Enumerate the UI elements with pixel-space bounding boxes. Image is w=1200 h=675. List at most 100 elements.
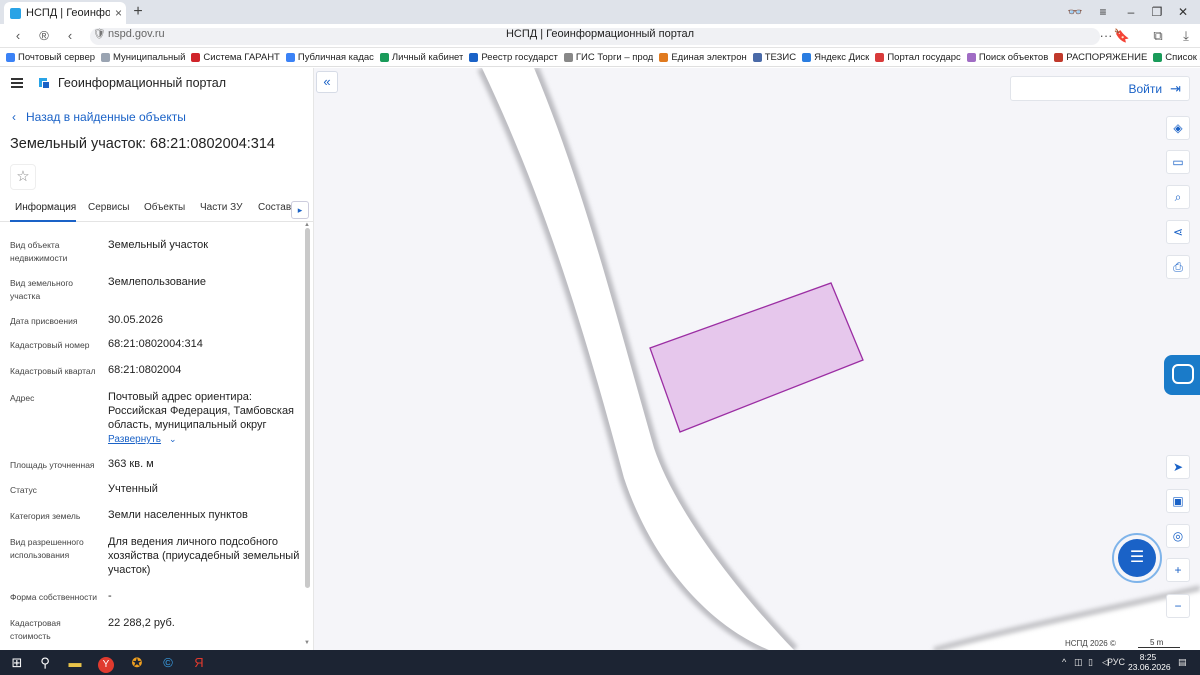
field-value: Земельный участок — [108, 239, 209, 251]
bookmark-item[interactable]: Система ГАРАНТ — [191, 51, 280, 63]
tab-parts[interactable]: Части ЗУ — [200, 202, 242, 213]
bookmark-label: ТЕЗИС — [764, 51, 797, 63]
scroll-down-icon[interactable]: ▼ — [304, 640, 310, 646]
bookmark-item[interactable]: Список заявок — [1153, 52, 1200, 63]
dialog-assistant-button[interactable] — [1164, 355, 1200, 395]
bookmark-label: Реестр государст — [481, 51, 558, 63]
page-title: НСПД | Геоинформационный портал — [505, 28, 695, 40]
bookmark-label: Поиск объектов — [978, 51, 1049, 63]
login-button[interactable]: Войти ⇥ — [1010, 76, 1190, 101]
bookmark-item[interactable]: Реестр государст — [469, 51, 558, 63]
bookmark-item[interactable]: РАСПОРЯЖЕНИЕ — [1054, 52, 1147, 63]
panel-scrollbar[interactable] — [305, 228, 310, 588]
bookmark-item[interactable]: Личный кабинет — [379, 52, 463, 63]
menu-icon[interactable]: ≡ — [1092, 2, 1114, 22]
info-tabs: Информация Сервисы Объекты Части ЗУ Сост… — [0, 198, 313, 222]
tabs-next-icon[interactable]: ▸ — [291, 201, 309, 219]
chat-icon[interactable]: ☰ — [1118, 539, 1156, 577]
download-icon[interactable]: ⤓ — [1176, 27, 1196, 45]
file-explorer-icon[interactable]: ▬ — [64, 653, 86, 672]
field-label: Дата присвоения — [10, 316, 78, 326]
bookmarks-bar: Почтовый сервер Муниципальный Система ГАРА… — [0, 48, 1200, 67]
chevron-left-icon: ‹ — [12, 110, 16, 124]
bookmark-item[interactable]: Муниципальный — [101, 52, 185, 63]
field-label: Кадастровая стоимость — [10, 618, 61, 641]
browser-tab-title: НСПД | Геоинформаци — [26, 7, 110, 19]
back-to-results-link[interactable]: ‹ Назад в найденные объекты — [12, 110, 186, 124]
bookmark-item[interactable]: ТЕЗИС — [752, 51, 797, 63]
extensions-icon[interactable]: ⧉ — [1148, 27, 1168, 45]
bookmark-favicon-icon — [563, 52, 573, 62]
message-icon — [1172, 364, 1194, 384]
bookmark-item[interactable]: Поиск объектов — [966, 51, 1049, 63]
bookmark-favicon-icon — [101, 52, 111, 62]
search-icon[interactable]: ⚲ — [34, 653, 56, 672]
new-tab-icon[interactable]: + — [130, 3, 146, 21]
close-tab-icon[interactable]: × — [115, 6, 122, 20]
bookmark-item[interactable]: Яндекс Диск — [802, 52, 869, 63]
bookmark-item[interactable]: Единая электрон — [659, 51, 747, 63]
close-window-icon[interactable]: ✕ — [1172, 2, 1194, 22]
layers-icon[interactable]: ◈ — [1166, 116, 1190, 140]
tray-language[interactable]: РУС — [1107, 657, 1125, 667]
scale-bar — [1138, 647, 1180, 648]
bookmark-item[interactable]: Публичная кадас — [285, 52, 374, 63]
yandex-browser-icon[interactable]: Y — [95, 653, 117, 673]
zoom-out-icon[interactable]: − — [1166, 594, 1190, 618]
tab-objects[interactable]: Объекты — [144, 202, 185, 213]
field-value: Для ведения личного подсобного хозяйства… — [108, 536, 300, 576]
bookmark-label: ГИС Торги – прод — [575, 51, 654, 63]
minimap-icon[interactable]: ▣ — [1166, 489, 1190, 513]
bookmark-favicon-icon — [1054, 52, 1064, 62]
field-value: Учтенный — [108, 483, 158, 495]
field-label: Форма собственности — [10, 592, 97, 602]
map-svg — [477, 68, 1200, 650]
collapse-panel-icon[interactable]: « — [316, 71, 338, 93]
notifications-icon[interactable]: ▤ — [1178, 657, 1187, 668]
bookmark-label: Муниципальный — [113, 51, 186, 63]
maximize-icon[interactable]: ❐ — [1146, 2, 1168, 22]
field-value: 22 288,2 руб. — [108, 617, 175, 629]
tab-info[interactable]: Информация — [15, 202, 76, 213]
favorite-star-icon[interactable]: ☆ — [10, 164, 36, 190]
tab-composition[interactable]: Состав — [258, 202, 291, 213]
bookmark-item[interactable]: Почтовый сервер — [6, 52, 95, 63]
start-icon[interactable]: ⊞ — [6, 653, 28, 672]
pin-search-icon[interactable]: ◎ — [1166, 524, 1190, 548]
windows-taskbar — [0, 650, 1200, 675]
minimize-icon[interactable]: – — [1120, 2, 1142, 22]
bookmark-icon[interactable]: 🔖 — [1112, 27, 1132, 45]
expand-address-link[interactable]: Развернуть ⌄ — [108, 434, 177, 445]
bookmark-label: Яндекс Диск — [814, 51, 870, 63]
tab-services[interactable]: Сервисы — [88, 202, 129, 213]
tray-wifi-icon[interactable]: ◫ — [1074, 657, 1083, 668]
yandex-icon[interactable]: Я — [188, 653, 210, 672]
bookmark-favicon-icon — [966, 52, 976, 62]
geolocation-icon[interactable]: ➤ — [1166, 455, 1190, 479]
tray-clock[interactable]: 8:25 23.06.2026 — [1128, 652, 1171, 672]
field-value: - — [108, 590, 112, 602]
glasses-icon[interactable]: 👓 — [1064, 2, 1086, 22]
bookmark-label: Система ГАРАНТ — [203, 51, 280, 63]
share-icon[interactable]: ⋖ — [1166, 220, 1190, 244]
browser-tab[interactable]: НСПД | Геоинформаци × — [4, 2, 126, 24]
app-c-icon[interactable]: © — [157, 653, 179, 672]
zoom-in-icon[interactable]: + — [1166, 558, 1190, 582]
bookmark-item[interactable]: Портал государс — [875, 52, 961, 63]
bookmark-favicon-icon — [1153, 52, 1163, 62]
field-value: Землепользование — [108, 276, 207, 288]
map-canvas[interactable] — [314, 68, 1200, 650]
bookmark-item[interactable]: ГИС Торги – прод — [563, 51, 654, 63]
print-icon[interactable]: ⎙ — [1166, 255, 1190, 279]
app-icon[interactable]: ✪ — [126, 653, 148, 672]
hamburger-menu-icon[interactable] — [11, 78, 23, 88]
bookmark-favicon-icon — [752, 52, 762, 62]
object-title: Земельный участок: 68:21:0802004:314 — [10, 136, 275, 152]
tray-network-icon[interactable]: ▯ — [1088, 657, 1093, 668]
tray-chevron-icon[interactable]: ^ — [1062, 657, 1066, 667]
land-parcel-polygon[interactable] — [649, 282, 864, 433]
bookmark-label: Единая электрон — [671, 51, 747, 63]
ruler-icon[interactable]: ▭ — [1166, 150, 1190, 174]
site-favicon-icon — [10, 7, 21, 19]
area-search-icon[interactable]: ⌕ — [1166, 185, 1190, 209]
